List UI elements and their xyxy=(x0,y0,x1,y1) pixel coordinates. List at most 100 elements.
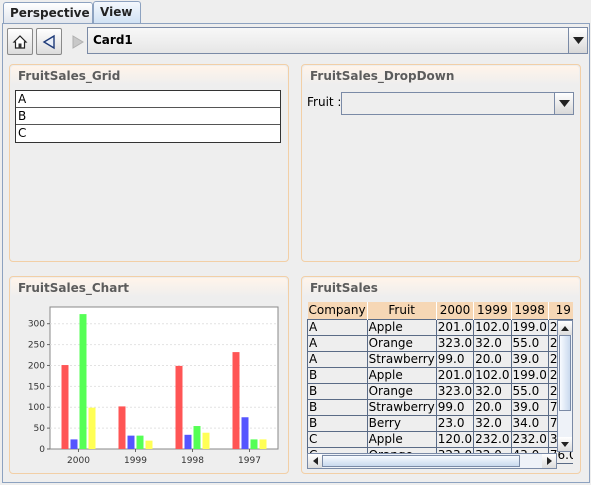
table-cell[interactable]: 20.0 xyxy=(473,398,512,416)
table-cell[interactable]: 199.0 xyxy=(510,318,549,336)
table-cell[interactable]: Apple xyxy=(366,430,437,448)
table-cell[interactable]: 32.0 xyxy=(473,414,512,432)
table-cell[interactable]: 120.0 xyxy=(435,430,475,448)
fruitsales-grid-list[interactable]: A B C xyxy=(15,90,281,143)
chart-bar xyxy=(88,407,96,449)
chart-bar xyxy=(136,435,144,449)
table-row[interactable]: CApple120.0232.0232.0322 xyxy=(307,430,573,448)
card-select-dropdown-button[interactable] xyxy=(568,28,587,53)
scroll-right-button[interactable] xyxy=(542,454,556,468)
table-cell[interactable]: A xyxy=(307,334,368,352)
column-header[interactable]: 2000 xyxy=(436,302,475,319)
grid-row[interactable]: A xyxy=(16,91,280,108)
table-vertical-scrollbar[interactable] xyxy=(557,320,573,452)
fruitsales-grid-panel: FruitSales_Grid A B C xyxy=(9,64,289,262)
table-cell[interactable]: 32.0 xyxy=(473,382,512,400)
table-cell[interactable]: 232.0 xyxy=(473,430,512,448)
back-button[interactable] xyxy=(36,28,62,55)
chart-area: 0 50 100 150 200 250 300 2000 1999 1998 1997 xyxy=(16,301,282,471)
scroll-left-button[interactable] xyxy=(308,454,322,468)
column-header[interactable]: Fruit xyxy=(367,302,437,319)
table-cell[interactable]: 199.0 xyxy=(510,366,549,384)
y-tick-label: 100 xyxy=(28,403,45,413)
table-cell[interactable]: Orange xyxy=(366,382,437,400)
table-row[interactable]: BApple201.0102.0199.0232 xyxy=(307,366,573,384)
scroll-down-button[interactable] xyxy=(558,437,572,451)
table-row[interactable]: AOrange323.032.055.023.0 xyxy=(307,334,573,352)
table-cell[interactable]: 23.0 xyxy=(435,414,475,432)
column-header[interactable]: 1998 xyxy=(511,302,549,319)
table-cell[interactable]: 55.0 xyxy=(510,334,549,352)
vertical-scroll-thumb[interactable] xyxy=(559,335,571,411)
table-cell[interactable]: A xyxy=(307,318,368,336)
tab-perspective[interactable]: Perspective xyxy=(3,2,93,24)
card-select[interactable]: Card1 xyxy=(87,27,588,54)
column-header[interactable]: 19 xyxy=(548,302,573,319)
chart-bar xyxy=(250,439,258,449)
table-row[interactable]: AApple201.0102.0199.0232 xyxy=(307,318,573,336)
forward-arrow-icon xyxy=(72,34,84,49)
chevron-down-icon xyxy=(572,37,584,44)
table-cell[interactable]: B xyxy=(307,414,368,432)
fruit-select[interactable] xyxy=(341,92,574,115)
home-button[interactable] xyxy=(7,28,33,55)
table-cell[interactable]: 201.0 xyxy=(435,366,475,384)
back-arrow-icon xyxy=(42,34,55,49)
chart-bar xyxy=(79,314,87,449)
dropdown-panel-title: FruitSales_DropDown xyxy=(303,66,579,85)
table-cell[interactable]: 102.0 xyxy=(473,318,512,336)
chart-bar xyxy=(127,435,135,449)
grid-row[interactable]: C xyxy=(16,125,280,142)
chart-bar xyxy=(259,439,267,449)
table-cell[interactable]: Apple xyxy=(366,318,437,336)
chart-bar xyxy=(70,439,78,449)
table-cell[interactable]: Strawberry xyxy=(366,398,437,416)
table-cell[interactable]: 323.0 xyxy=(435,382,475,400)
table-cell[interactable]: 32.0 xyxy=(473,334,512,352)
table-cell[interactable]: 201.0 xyxy=(435,318,475,336)
table-cell[interactable]: 232.0 xyxy=(510,430,549,448)
table-row[interactable]: BStrawberry99.020.039.070.0 xyxy=(307,398,573,416)
table-cell[interactable]: B xyxy=(307,398,368,416)
table-cell[interactable]: B xyxy=(307,382,368,400)
y-tick-label: 200 xyxy=(28,361,45,371)
y-tick-label: 50 xyxy=(34,424,46,434)
table-cell[interactable]: 20.0 xyxy=(473,350,512,368)
grid-row[interactable]: B xyxy=(16,108,280,125)
chart-bar xyxy=(232,352,240,449)
table-cell[interactable]: 99.0 xyxy=(435,398,475,416)
table-panel-title: FruitSales xyxy=(303,278,579,297)
table-cell[interactable]: 39.0 xyxy=(510,350,549,368)
table-cell[interactable]: 323.0 xyxy=(435,334,475,352)
table-row[interactable]: BBerry23.032.034.076.0 xyxy=(307,414,573,432)
table-cell[interactable]: 102.0 xyxy=(473,366,512,384)
table-cell[interactable]: Strawberry xyxy=(366,350,437,368)
table-cell[interactable]: 39.0 xyxy=(510,398,549,416)
table-horizontal-scrollbar[interactable] xyxy=(307,453,557,469)
chevron-right-icon xyxy=(546,457,552,465)
table-cell[interactable]: A xyxy=(307,350,368,368)
table-cell[interactable]: B xyxy=(307,366,368,384)
table-row[interactable]: BOrange323.032.055.023.0 xyxy=(307,382,573,400)
horizontal-scroll-thumb[interactable] xyxy=(322,455,520,467)
table-cell[interactable]: Orange xyxy=(366,334,437,352)
y-tick-label: 300 xyxy=(28,320,45,330)
table-cell[interactable]: C xyxy=(307,430,368,448)
tab-view-label: View xyxy=(100,5,133,19)
scroll-up-button[interactable] xyxy=(558,321,572,335)
table-row[interactable]: AStrawberry99.020.039.023.0 xyxy=(307,350,573,368)
tab-view[interactable]: View xyxy=(93,1,141,24)
table-cell[interactable]: 99.0 xyxy=(435,350,475,368)
fruitsales-table[interactable]: Company Fruit 2000 1999 1998 19 A Apple 201.0 10… xyxy=(307,302,573,470)
column-header[interactable]: 1999 xyxy=(473,302,512,319)
x-tick-label: 1997 xyxy=(238,456,261,466)
column-header[interactable]: Company xyxy=(307,302,368,319)
table-cell[interactable]: Apple xyxy=(366,366,437,384)
chart-bar xyxy=(202,432,210,449)
fruit-select-dropdown-button[interactable] xyxy=(554,93,573,114)
table-cell[interactable]: 34.0 xyxy=(510,414,549,432)
table-cell[interactable]: Berry xyxy=(366,414,437,432)
table-cell[interactable]: 55.0 xyxy=(510,382,549,400)
chart-bar xyxy=(118,406,126,449)
x-tick-label: 1999 xyxy=(124,456,147,466)
